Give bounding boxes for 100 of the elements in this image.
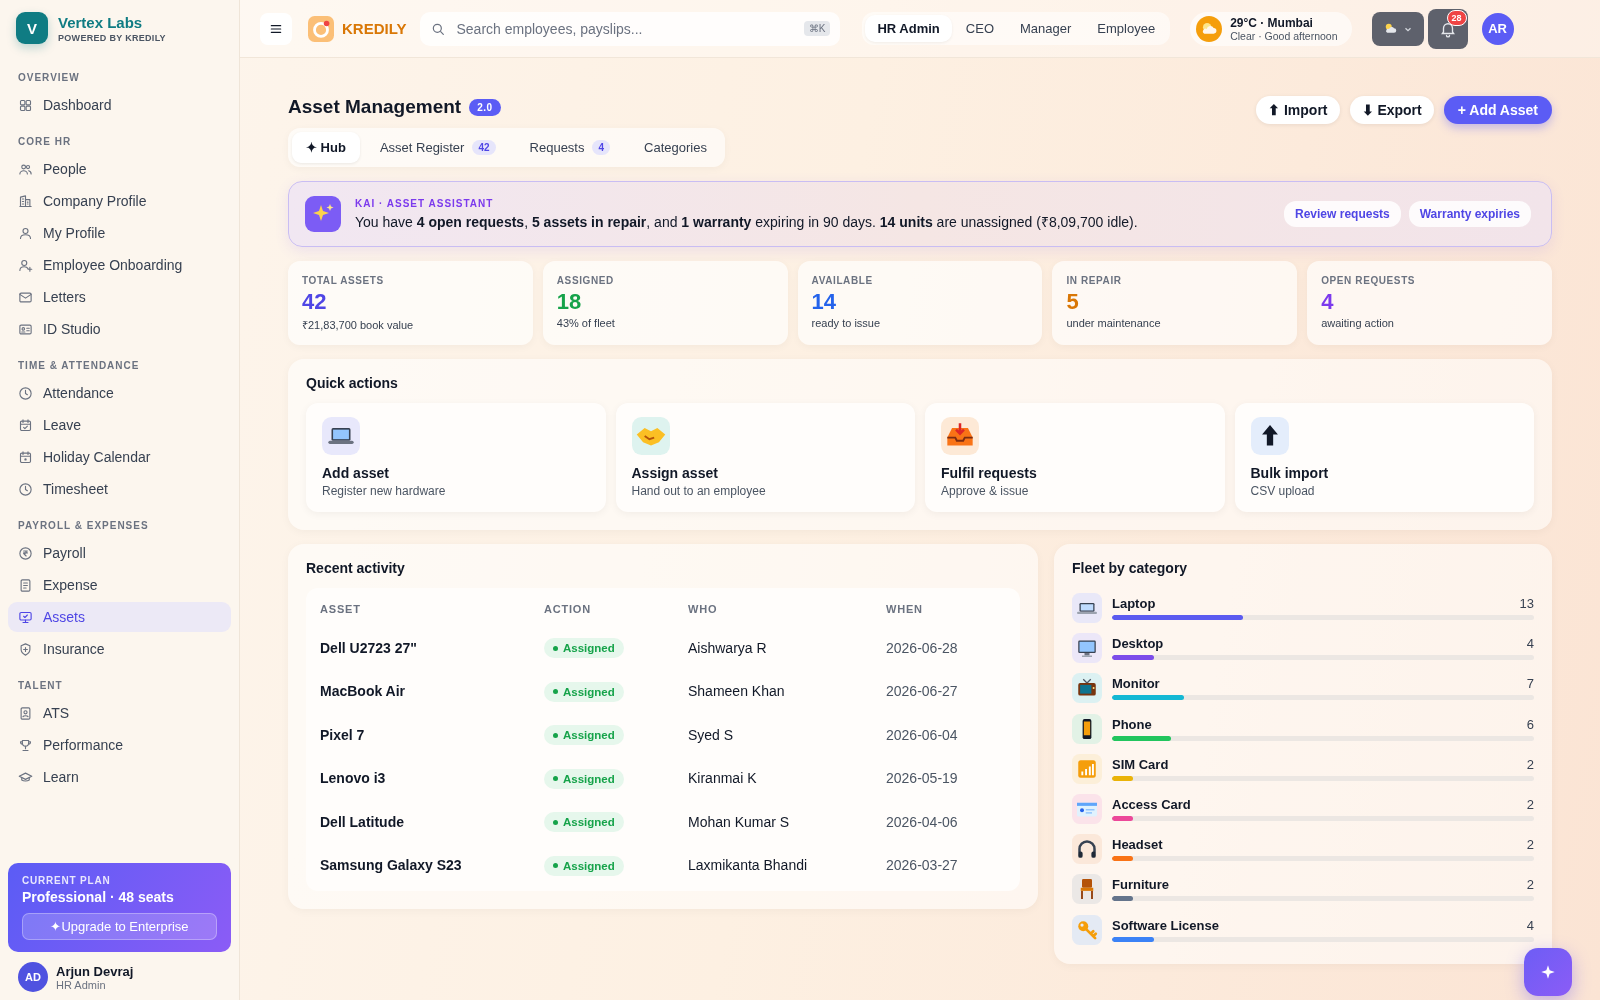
action-subtitle: Hand out to an employee [631,484,767,498]
stat-value: 42 [302,289,328,315]
category-name: SIM Card [1112,756,1169,772]
laptop-icon [322,417,360,455]
people-icon [18,161,33,177]
role-tab[interactable]: CEO [953,15,1006,42]
section-heading: TALENT [17,679,64,693]
id-card-icon [1072,794,1102,825]
search-input[interactable]: Search employees, payslips... [454,19,796,38]
tab[interactable]: Requests 4 [515,132,625,163]
sidebar-item[interactable]: Assets [8,602,231,632]
action-button[interactable]: ⬆ Import [1256,96,1340,124]
panel-title: Fleet by category [1072,560,1189,576]
column-header: WHO [688,603,719,615]
version-badge: 2.0 [469,98,501,116]
status-badge: Assigned [544,638,624,658]
category-name: Laptop [1112,596,1156,612]
stat-label: IN REPAIR [1066,275,1123,286]
sidebar-item[interactable]: Letters [8,282,231,312]
sidebar-item[interactable]: My Profile [8,218,231,248]
television-icon [1072,673,1102,704]
sidebar-item[interactable]: Leave [8,410,231,440]
monitor-icon [18,609,33,625]
logo-icon [308,15,334,42]
action-button[interactable]: ⬇ Export [1349,96,1434,124]
table-cell-text: 2026-04-06 [886,813,959,830]
brand-tagline: POWERED BY KREDILY [58,32,166,43]
stat-value: 4 [1321,289,1335,315]
grid-icon [18,97,33,113]
count-badge: 4 [592,140,611,155]
rupee-icon [18,545,33,561]
stat-caption: under maintenance [1066,317,1162,329]
sidebar-item[interactable]: Company Profile [8,186,231,216]
stat-caption: awaiting action [1321,317,1395,329]
weather-title: 29°C · Mumbai [1230,15,1314,30]
column-header: ACTION [544,603,592,615]
calendar-check-icon [18,417,33,433]
mail-icon [18,289,33,305]
sidebar-item[interactable]: Payroll [8,538,231,568]
tab[interactable]: Asset Register 42 [365,132,510,163]
menu-button[interactable] [260,12,292,45]
sidebar-item[interactable]: ATS [8,698,231,728]
sidebar-item[interactable]: Dashboard [8,90,231,120]
calendar-icon [18,449,33,465]
assistant-button[interactable]: Review requests [1284,201,1401,227]
quick-action-card[interactable]: Bulk import CSV upload [1234,403,1534,512]
plan-name: Professional · 48 seats [22,889,175,905]
table-cell-text: Dell U2723 27" [320,639,418,656]
desktop-icon [1072,633,1102,664]
id-card-icon [18,321,33,337]
stat-label: AVAILABLE [811,275,874,286]
search-field[interactable]: Search employees, payslips... ⌘K [420,11,841,46]
stat-value: 18 [556,289,583,315]
action-title: Assign asset [631,465,719,481]
quick-action-card[interactable]: Fulfil requests Approve & issue [925,403,1225,512]
signal-icon [1072,753,1102,784]
sidebar-item[interactable]: Employee Onboarding [8,250,231,280]
sidebar-item[interactable]: Expense [8,570,231,600]
category-count: 13 [1519,596,1534,612]
user-avatar[interactable]: AD [18,962,48,992]
role-tab[interactable]: HR Admin [865,15,952,42]
status-badge: Assigned [544,681,624,702]
category-count: 2 [1526,756,1534,772]
section-heading: TIME & ATTENDANCE [17,359,141,373]
notifications-button[interactable]: 28 [1427,8,1468,49]
assistant-fab[interactable] [1524,948,1572,996]
sidebar-item[interactable]: Timesheet [8,474,231,504]
trophy-icon [18,737,33,753]
category-name: Headset [1112,837,1163,853]
theme-button[interactable] [1371,11,1424,46]
category-count: 2 [1526,797,1534,813]
table-cell-text: Laxmikanta Bhandi [688,857,809,874]
table-cell-text: 2026-05-19 [886,770,959,787]
sidebar-item[interactable]: Performance [8,730,231,760]
section-heading: OVERVIEW [17,71,81,85]
role-tab[interactable]: Employee [1085,15,1168,42]
logo-wordmark: KREDILY [342,20,407,37]
quick-action-card[interactable]: Add asset Register new hardware [306,403,606,512]
sidebar-item[interactable]: Insurance [8,634,231,664]
category-name: Desktop [1112,636,1164,652]
assistant-message: You have 4 open requests, 5 assets in repair, and 1 warranty expiring in 90 days. 14 units are unassigned (₹8,09,700 idle). [355,212,1139,231]
sun-cloud-icon [1196,15,1223,42]
sidebar-item[interactable]: People [8,154,231,184]
category-name: Phone [1112,716,1152,732]
user-avatar[interactable]: AR [1481,12,1514,45]
table-cell-text: Aishwarya R [688,639,768,656]
add-asset-button[interactable]: + Add Asset [1443,96,1552,124]
chair-icon [1072,874,1102,905]
assistant-button[interactable]: Warranty expiries [1408,201,1531,227]
quick-action-card[interactable]: Assign asset Hand out to an employee [615,403,915,512]
action-title: Fulfil requests [941,465,1038,481]
sidebar-item[interactable]: Holiday Calendar [8,442,231,472]
tab[interactable]: ✦ Hub [292,132,360,163]
table-cell-text: 2026-03-27 [886,857,959,874]
sidebar-item[interactable]: ID Studio [8,314,231,344]
tab[interactable]: Categories [630,132,721,163]
status-badge: Assigned [544,725,624,745]
sidebar-item[interactable]: Learn [8,762,231,792]
sidebar-item[interactable]: Attendance [8,378,231,408]
role-tab[interactable]: Manager [1008,15,1084,42]
